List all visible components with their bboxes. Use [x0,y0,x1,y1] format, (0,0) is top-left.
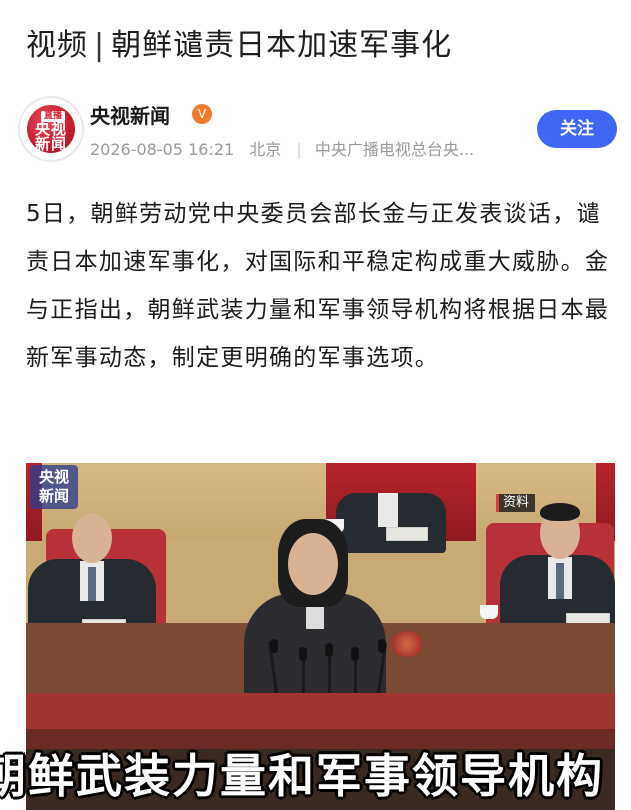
microphone-icon [378,639,386,653]
watermark-line2: 新闻 [38,487,69,505]
article-body: 5日，朝鲜劳动党中央委员会部长金与正发表谈话，谴责日本加速军事化，对国际和平稳定… [26,201,610,371]
right-cup [480,605,498,619]
post-source: 中央广播电视总台央... [314,140,475,159]
flower-decoration [390,631,424,657]
logo-text-line2: 新闻 [34,135,67,153]
page-title: 视频 | 朝鲜谴责日本加速军事化 [26,24,616,68]
post-datetime: 2026-08-05 16:21 [90,140,235,159]
left-official-tie [88,567,96,601]
cctv-news-logo-icon: 直播 央视 新闻 [27,105,75,153]
microphone-icon [351,647,359,661]
back-nameplate [386,527,428,541]
title-headline: 朝鲜谴责日本加速军事化 [111,28,453,63]
verified-badge-icon: V [192,104,212,124]
account-name[interactable]: 央视新闻 [90,100,170,129]
post-location: 北京 [249,140,282,159]
watermark-line1: 央视 [38,468,69,486]
archive-footage-tag: 资料 [496,494,536,512]
cctv-news-watermark-icon: 央视 新闻 [30,465,78,509]
account-header: 直播 央视 新闻 央视新闻 V 2026-08-05 16:21 北京 | 中央… [18,96,618,166]
back-official-shirt [378,493,398,527]
title-separator: | [94,28,106,63]
microphone-icon [325,643,333,657]
meta-divider: | [296,140,302,159]
speaker-face [288,533,338,595]
video-subtitle: 朝鲜武装力量和军事领导机构 [0,749,604,803]
post-meta: 2026-08-05 16:21 北京 | 中央广播电视总台央... [90,136,484,160]
microphone-icon [270,639,278,653]
left-official-head [72,513,112,563]
title-category: 视频 [26,28,88,63]
follow-button[interactable]: 关注 [537,110,617,148]
scene-red-table [26,693,615,729]
right-official-hair [540,503,580,521]
microphone-icon [299,647,307,661]
account-avatar[interactable]: 直播 央视 新闻 [18,96,84,162]
right-official-tie [556,563,564,599]
